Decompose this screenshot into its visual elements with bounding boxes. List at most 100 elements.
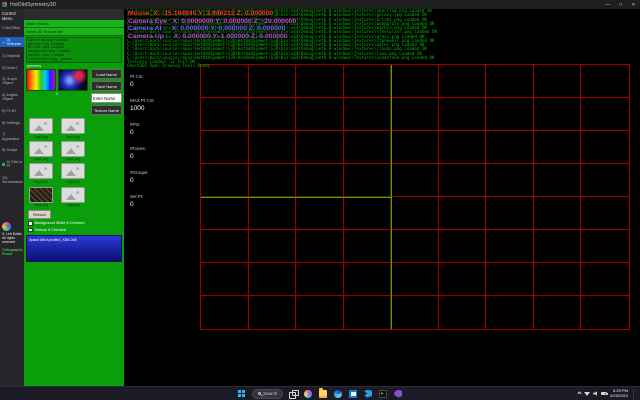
thumbnail-item[interactable]: img6.png [60,187,86,208]
mountain-icon [34,125,44,131]
sidebar-item-label: 7) Apparatus [2,132,23,140]
panel-tab-2[interactable]: Small 2D Texture file [24,28,124,36]
save-name-button[interactable]: Save Name [91,81,122,91]
stats-panel: Pt Cnt:0MAX Pt Cnt:1000#Pts:0#Faces:0#Gr… [130,73,155,217]
grid-cell [201,230,249,263]
thumbnail-item[interactable]: img4.png [28,163,54,184]
grid-cell [344,230,392,263]
grid-cell [344,131,392,164]
viewport[interactable]: C:\Users\mark\source\repos\HotOddSymmetr… [124,9,640,386]
taskbar-edge-button[interactable] [333,388,343,400]
grid-cell [581,230,629,263]
thumbnail-label: noise.png [34,203,48,207]
sidebar-item-3-graph-object[interactable]: 3) Graph Object [0,76,24,86]
taskbar-terminal-button[interactable] [378,388,388,400]
stat-pt-cnt: Pt Cnt:0 [130,73,155,88]
texture-thumbnail-grid: img0.png img1.png img2.png img3.png img4.png… [28,118,120,184]
sidebar-item-1-material[interactable]: 1) Material [0,53,24,59]
sidebar-item-5-pt-4d[interactable]: 5) Pt 4D [0,108,24,114]
volume-icon[interactable] [593,391,598,396]
start-button[interactable] [237,388,247,400]
stat-label: #Faces: [130,145,155,153]
sidebar-item-label: 3) Graph Object [2,77,23,85]
taskbar: Search 6:29 PM 6/29/2024 [0,386,640,400]
thumbnail-item[interactable]: img2.png [28,141,54,162]
checkbox[interactable] [28,228,33,233]
stat-value: 1000 [130,105,155,113]
sidebar-item-4-angles-object[interactable]: 4) Angles Object [0,92,24,102]
grid-cell [486,164,534,197]
close-button[interactable]: ✕ [627,0,640,9]
titlebar: HotOddSymmetry3D — □ ✕ [0,0,640,9]
thumbnail-item[interactable]: img1.png [60,118,86,139]
mountain-icon [66,194,76,200]
sun-icon [44,145,47,148]
grid-cell [534,131,582,164]
wifi-icon[interactable] [584,392,590,396]
maximize-button[interactable]: □ [614,0,627,9]
grid-cell [439,164,487,197]
stat-value: 0 [130,129,155,137]
taskbar-copilot-button[interactable] [303,388,313,400]
sidebar-item-10-screensaver[interactable]: 10) Screensaver [0,175,24,185]
copyright-line2: All rights reserved. [2,237,22,245]
thumbnail-item[interactable]: noise.png [28,187,54,208]
minimize-button[interactable]: — [601,0,614,9]
taskbar-file-explorer-button[interactable] [318,388,328,400]
grid-viewport[interactable] [200,64,630,330]
placeholder-image-icon [61,118,85,134]
taskbar-task-view-button[interactable] [288,388,298,400]
name-input[interactable] [91,93,122,103]
sidebar-item-2-draw[interactable]: 2) Draw? [0,65,24,71]
spectrum-texture-preview[interactable] [26,69,56,91]
reload-button[interactable]: Reload [28,210,51,219]
grid-cell [486,230,534,263]
taskbar-center: Search [0,387,640,400]
grid-cell [201,98,249,131]
taskbar-store-button[interactable] [348,388,358,400]
texture-file-list[interactable]: spectrum.png Loadedgalaxy.jpg Loadedbric… [26,37,122,63]
sidebar-item-8-sculpt[interactable]: 8) Sculpt [0,147,24,153]
sidebar-item-icon [2,163,5,166]
grid-cell [249,296,297,329]
texture-name-button[interactable]: Texture Name [91,105,122,115]
placeholder-image-icon [61,187,85,203]
stat-label: #Groups: [130,169,155,177]
taskbar-vscode-button[interactable] [363,388,373,400]
galaxy-texture-preview[interactable] [58,69,88,91]
thumbnail-item[interactable]: img5.png [60,163,86,184]
sidebar-item-cubetilted[interactable]: CubeTilted [0,25,24,31]
panel-tab-1[interactable]: Make Videos [24,20,124,28]
app-window: HotOddSymmetry3D — □ ✕ Control Menu Cube… [0,0,640,400]
placeholder-image-icon [29,118,53,134]
sidebar-menu: CubeTilted 0) Textures 1) Material 2) Draw?… [0,25,24,185]
console-line: Ghost3D2 Xpml Drawing Tools Ready [127,64,497,68]
battery-icon[interactable] [601,392,607,396]
thumbnail-item[interactable]: img3.png [60,141,86,162]
thumbnail-label: img1.png [66,135,80,139]
grid-cell [581,263,629,296]
clock[interactable]: 6:29 PM 6/29/2024 [610,389,628,398]
texture-thumb [29,187,53,203]
sidebar-item-9-grid-or-pt[interactable]: 9) Grid or Pt [0,159,24,169]
grid-cell [296,296,344,329]
stat-value: 0 [130,201,155,209]
window-controls: — □ ✕ [601,0,640,9]
sidebar: Control Menu CubeTilted0) Textures1) Mat… [0,9,24,386]
tray-chevron-icon[interactable] [578,391,582,395]
grid-cell [201,197,249,230]
taskbar-visual-studio-button[interactable] [393,388,403,400]
stat-value: 0 [130,177,155,185]
sidebar-item-7-apparatus[interactable]: 7) Apparatus [0,131,24,141]
file-item[interactable]: grass.png Loaded [28,61,120,63]
search-box[interactable]: Search [252,389,284,399]
show-desktop-button[interactable] [633,389,636,399]
sidebar-item-6-settings[interactable]: 6) Settings [0,120,24,126]
checkbox[interactable] [28,221,33,226]
thumbnail-item[interactable]: img0.png [28,118,54,139]
sidebar-item-0-textures[interactable]: 0) Textures [0,37,24,47]
sidebar-item-label: 2) Draw? [2,66,17,70]
load-name-button[interactable]: Load Name [91,69,122,79]
grid-cell [486,197,534,230]
sidebar-item-label: 0) Textures [7,38,24,46]
